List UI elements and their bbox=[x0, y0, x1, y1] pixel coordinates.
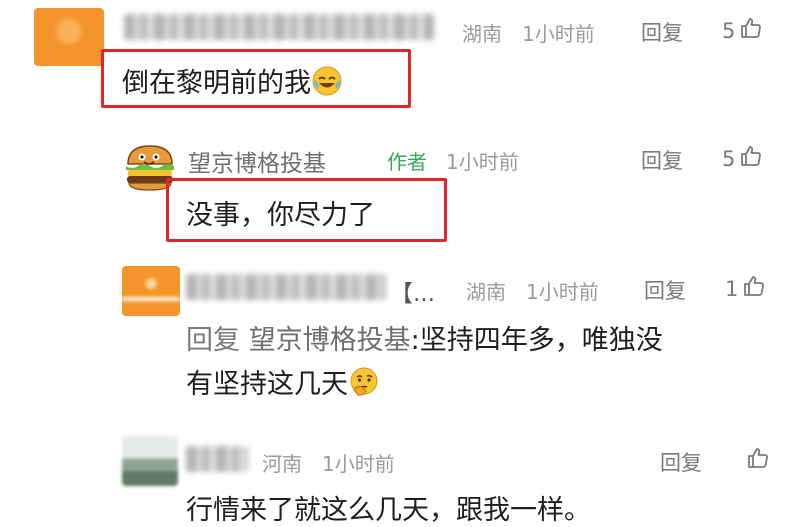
reply-button[interactable]: 回复 bbox=[660, 447, 702, 477]
author-badge: 作者 bbox=[387, 150, 427, 174]
username-blurred[interactable] bbox=[186, 274, 386, 300]
timestamp: 1小时前 bbox=[526, 280, 599, 304]
username-blurred[interactable] bbox=[186, 446, 248, 472]
thumbs-up-icon bbox=[746, 446, 770, 475]
like-button[interactable]: 5 bbox=[722, 16, 763, 45]
comment-text: 回复 望京博格投基:坚持四年多，唯独没 bbox=[186, 318, 663, 357]
reply-prefix: 回复 bbox=[186, 325, 240, 356]
timestamp: 1小时前 bbox=[522, 22, 595, 46]
region-label: 湖南 bbox=[462, 22, 502, 46]
thumbs-up-icon bbox=[739, 144, 763, 173]
like-button[interactable]: 5 bbox=[722, 144, 763, 173]
thinking-emoji bbox=[348, 366, 380, 405]
avatar[interactable] bbox=[122, 266, 180, 316]
laughing-tears-emoji bbox=[311, 65, 343, 104]
reply-button[interactable]: 回复 bbox=[641, 145, 683, 175]
username-suffix: 【... bbox=[390, 281, 435, 307]
avatar[interactable] bbox=[34, 8, 104, 66]
comment-text: 行情来了就这么几天，跟我一样。 bbox=[186, 495, 591, 526]
username[interactable]: 望京博格投基 bbox=[188, 144, 326, 178]
like-count: 1 bbox=[725, 276, 739, 301]
comment-text-line-2: 有坚持这几天 bbox=[186, 362, 380, 405]
comment-line-1: 坚持四年多，唯独没 bbox=[419, 325, 663, 356]
timestamp: 1小时前 bbox=[322, 452, 395, 476]
timestamp: 1小时前 bbox=[446, 150, 519, 174]
like-count: 5 bbox=[722, 18, 736, 43]
reply-target-link[interactable]: 望京博格投基 bbox=[249, 325, 411, 356]
comment-text: 没事，你尽力了 bbox=[186, 200, 375, 231]
avatar[interactable] bbox=[122, 436, 178, 486]
username-blurred[interactable] bbox=[124, 14, 434, 40]
thumbs-up-icon bbox=[742, 274, 766, 303]
reply-button[interactable]: 回复 bbox=[644, 275, 686, 305]
like-button[interactable] bbox=[746, 446, 770, 475]
thumbs-up-icon bbox=[739, 16, 763, 45]
region-label: 湖南 bbox=[466, 280, 506, 304]
like-count: 5 bbox=[722, 146, 736, 171]
reply-button[interactable]: 回复 bbox=[641, 17, 683, 47]
like-button[interactable]: 1 bbox=[725, 274, 766, 303]
region-label: 河南 bbox=[262, 452, 302, 476]
colon: : bbox=[410, 325, 420, 356]
comment-text: 倒在黎明前的我 bbox=[122, 61, 343, 104]
